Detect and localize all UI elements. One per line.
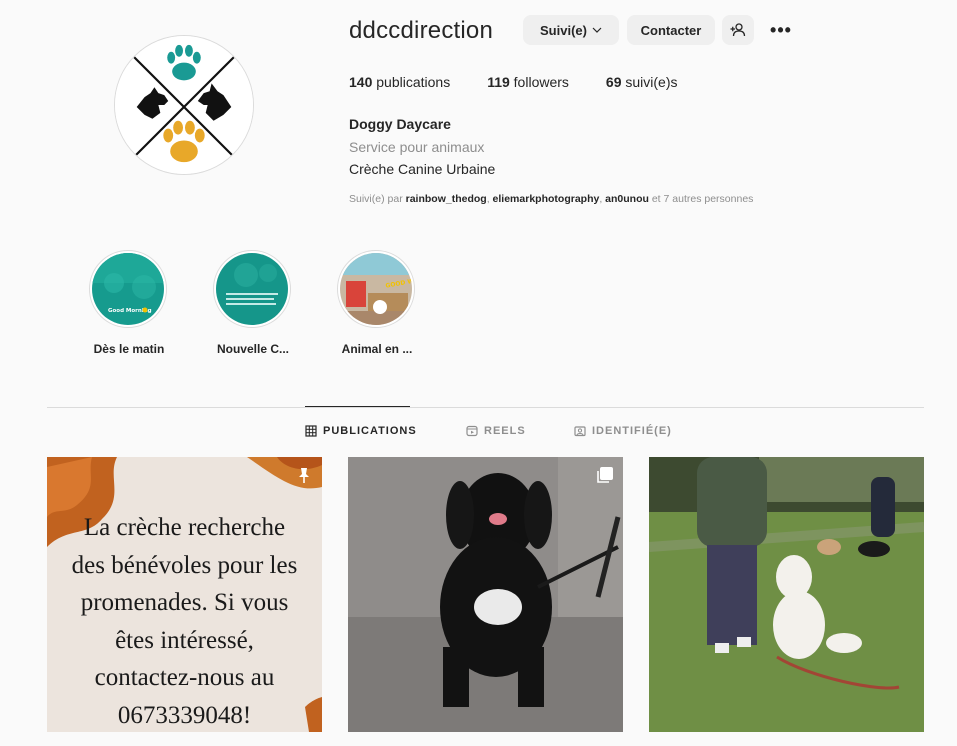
following-stat[interactable]: 69 suivi(e)s — [606, 74, 678, 90]
tabs-divider — [47, 407, 924, 408]
paw-logo-icon — [115, 36, 253, 174]
post-image — [649, 457, 924, 732]
follower-name: rainbow_thedog — [405, 193, 487, 205]
pin-icon — [294, 465, 314, 485]
tagged-icon — [574, 425, 586, 437]
suggest-users-button[interactable] — [722, 15, 754, 45]
post-image — [348, 457, 623, 732]
grid-icon — [305, 425, 317, 437]
reels-icon — [466, 425, 478, 437]
follower-name: an0unou — [605, 193, 649, 205]
highlight-item[interactable]: Good Morning Dès le matin — [89, 250, 169, 356]
post-tile[interactable] — [348, 457, 623, 732]
post-caption-text: La crèche recherche des bénévoles pour l… — [71, 514, 298, 729]
multiple-images-icon — [595, 465, 615, 485]
highlight-cover: Good Morning — [92, 253, 164, 325]
follower-name: eliemarkphotography — [492, 193, 600, 205]
post-tile[interactable]: La crèche recherche des bénévoles pour l… — [47, 457, 322, 732]
add-user-icon — [730, 23, 746, 37]
followed-by[interactable]: Suivi(e) par rainbow_thedog, eliemarkpho… — [349, 193, 753, 205]
contact-button[interactable]: Contacter — [627, 15, 715, 45]
active-tab-indicator — [305, 406, 410, 407]
highlight-cover: GOOD WORK — [340, 253, 412, 325]
profile-category: Service pour animaux — [349, 139, 485, 155]
chevron-down-icon — [592, 24, 602, 36]
profile-full-name: Doggy Daycare — [349, 116, 451, 132]
more-options-button[interactable]: ••• — [768, 19, 794, 41]
tab-reels[interactable]: REELS — [466, 425, 526, 437]
highlight-label: Dès le matin — [93, 342, 165, 356]
highlight-cover — [216, 253, 288, 325]
highlight-label: Nouvelle C... — [216, 342, 290, 356]
profile-stats: 140 publications 119 followers 69 suivi(… — [349, 74, 715, 90]
profile-avatar[interactable] — [114, 35, 254, 175]
profile-username: ddccdirection — [349, 17, 494, 44]
following-button[interactable]: Suivi(e) — [523, 15, 619, 45]
highlight-label: Animal en ... — [341, 342, 413, 356]
highlight-item[interactable]: Nouvelle C... — [213, 250, 293, 356]
following-label: Suivi(e) — [540, 22, 587, 38]
tab-tagged[interactable]: IDENTIFIÉ(E) — [574, 425, 672, 437]
tab-publications[interactable]: PUBLICATIONS — [305, 425, 417, 437]
highlight-item[interactable]: GOOD WORK Animal en ... — [337, 250, 417, 356]
post-tile[interactable] — [649, 457, 924, 732]
followers-stat[interactable]: 119 followers — [487, 74, 569, 90]
posts-stat: 140 publications — [349, 74, 451, 90]
profile-bio: Crèche Canine Urbaine — [349, 161, 496, 177]
